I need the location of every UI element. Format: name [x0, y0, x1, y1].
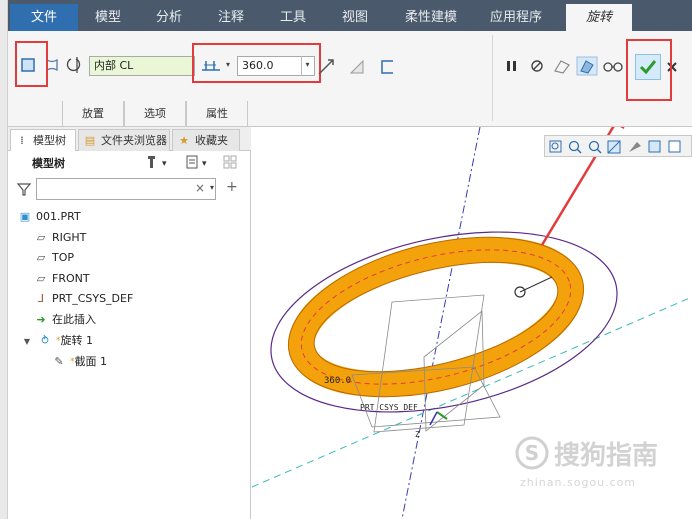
display-style-icon	[648, 140, 661, 153]
tree-item-section[interactable]: ✎ *截面 1	[52, 352, 107, 372]
tree-settings-icon[interactable]: ▾	[146, 154, 176, 170]
preview-geometry-icon[interactable]	[552, 57, 572, 75]
tree-item-revolve[interactable]: ▼ ⥁ *旋转 1	[20, 331, 93, 351]
folder-icon: ▤	[84, 134, 96, 147]
expand-arrow-icon[interactable]: ▼	[20, 332, 34, 352]
tree-header: 模型树	[32, 157, 65, 170]
svg-text:▾: ▾	[202, 159, 207, 169]
tree-item-label: FRONT	[52, 272, 90, 285]
clear-search-icon[interactable]: ×	[195, 181, 205, 195]
revolve-feature-icon: ⥁	[41, 334, 49, 347]
tab-folder-browser-label: 文件夹浏览器	[101, 134, 167, 147]
tree-search-input[interactable]	[36, 178, 216, 200]
zoom-in-icon	[568, 140, 582, 154]
watermark: S 搜狗指南	[514, 433, 686, 473]
datum-plane-icon: ▱	[36, 231, 46, 244]
csys-label: PRT_CSYS_DEF	[360, 403, 418, 412]
tab-revolve[interactable]: 旋转	[566, 4, 632, 31]
tree-item-label: 在此插入	[52, 313, 96, 326]
tab-model-tree[interactable]: ⁞ 模型树	[10, 129, 76, 151]
tab-options[interactable]: 选项	[124, 101, 186, 127]
tab-annotate[interactable]: 注释	[204, 4, 258, 31]
tree-item-label: PRT_CSYS_DEF	[52, 292, 134, 305]
thicken-icon[interactable]	[378, 58, 396, 76]
orient-icon	[629, 142, 641, 152]
tree-item-csys[interactable]: ⅃ PRT_CSYS_DEF	[34, 289, 133, 309]
tab-analysis[interactable]: 分析	[140, 4, 198, 31]
tab-model[interactable]: 模型	[82, 4, 134, 31]
axis-reference-field[interactable]: 内部 CL	[89, 56, 195, 76]
glasses-preview-icon[interactable]	[602, 59, 624, 73]
angle-highlight-box	[192, 43, 321, 83]
remove-material-icon[interactable]	[348, 58, 366, 76]
filter-icon[interactable]	[16, 181, 32, 197]
favorites-icon: ★	[179, 134, 189, 147]
sketch-icon: ✎	[54, 355, 64, 368]
pause-icon[interactable]	[505, 59, 519, 73]
confirm-highlight-box	[626, 39, 672, 101]
navigator-tabs: ⁞ 模型树 ▤ 文件夹浏览器 ★ 收藏夹	[8, 127, 251, 151]
tab-placement[interactable]: 放置	[62, 101, 124, 127]
tree-item-top[interactable]: ▱ TOP	[34, 248, 74, 268]
view-toolbar-icons[interactable]	[545, 136, 692, 158]
tree-item-label: RIGHT	[52, 231, 87, 244]
tab-tools[interactable]: 工具	[264, 4, 322, 31]
svg-text:S: S	[525, 441, 539, 465]
tab-view[interactable]: 视图	[326, 4, 384, 31]
tab-flexible-modeling[interactable]: 柔性建模	[390, 4, 472, 31]
tree-item-label: 截面 1	[74, 355, 108, 368]
saved-views-icon	[668, 140, 681, 153]
zoom-out-icon	[588, 140, 602, 154]
tab-file[interactable]: 文件	[10, 4, 78, 31]
tree-item-label: 旋转 1	[60, 334, 94, 347]
model-tree-icon: ⁞	[20, 134, 24, 147]
flip-direction-icon[interactable]	[316, 57, 336, 77]
z-axis-label: Z	[415, 430, 420, 439]
view-toolbar	[544, 135, 692, 157]
datum-plane-icon: ▱	[36, 272, 46, 285]
tree-item-right[interactable]: ▱ RIGHT	[34, 228, 87, 248]
tab-applications[interactable]: 应用程序	[476, 4, 556, 31]
tree-show-icon[interactable]: ▾	[184, 154, 214, 170]
tab-folder-browser[interactable]: ▤ 文件夹浏览器	[78, 129, 170, 151]
tree-item-part[interactable]: ▣ 001.PRT	[18, 207, 81, 227]
tree-columns-icon[interactable]	[222, 154, 240, 170]
navigator-panel: ⁞ 模型树 ▤ 文件夹浏览器 ★ 收藏夹 模型树 ▾ ▾ × ▾ + ▣ 001.PRT…	[8, 127, 251, 519]
tree-item-front[interactable]: ▱ FRONT	[34, 269, 90, 289]
refit-icon	[549, 140, 562, 153]
graphics-viewport[interactable]: 360.0 PRT_CSYS_DEF Z S 搜狗指南 zhinan.sogou…	[252, 127, 692, 519]
sogou-logo-icon: S	[515, 436, 549, 470]
ribbon-separator	[492, 35, 493, 121]
search-dropdown-icon[interactable]: ▾	[210, 183, 214, 192]
revolve-axis-line	[401, 127, 481, 519]
coordinate-system-icon: ⅃	[37, 292, 45, 305]
left-edge-strip	[0, 0, 8, 519]
tree-item-label: 001.PRT	[36, 210, 81, 223]
no-preview-icon[interactable]	[530, 59, 544, 73]
part-icon: ▣	[19, 210, 31, 223]
tree-item-insert-here[interactable]: ➜ 在此插入	[34, 310, 96, 330]
angle-dimension-label: 360.0	[324, 376, 351, 386]
tab-favorites[interactable]: ★ 收藏夹	[172, 129, 240, 151]
verify-mode-icon[interactable]	[576, 56, 598, 76]
tree-item-label: TOP	[52, 251, 75, 264]
svg-text:▾: ▾	[162, 159, 167, 169]
ribbon-tab-bar: 文件 模型 分析 注释 工具 视图 柔性建模 应用程序 旋转	[0, 0, 692, 31]
tab-properties[interactable]: 属性	[186, 101, 248, 127]
revolve-axis-icon[interactable]	[64, 55, 84, 75]
insert-arrow-icon: ➜	[36, 313, 46, 326]
repaint-icon	[607, 140, 621, 154]
tab-model-tree-label: 模型树	[33, 134, 66, 147]
add-filter-icon[interactable]: +	[226, 179, 238, 195]
solid-highlight-box	[15, 41, 48, 87]
watermark-url: zhinan.sogou.com	[520, 476, 637, 489]
watermark-brand: 搜狗指南	[554, 441, 659, 471]
datum-plane-icon: ▱	[36, 251, 46, 264]
tab-favorites-label: 收藏夹	[195, 134, 228, 147]
drag-handle-line	[519, 276, 553, 293]
